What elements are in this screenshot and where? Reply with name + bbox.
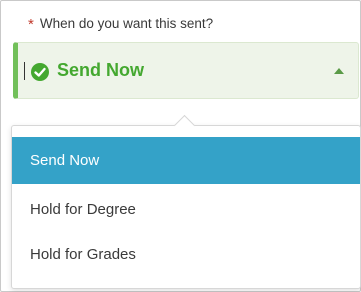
- option-hold-for-grades[interactable]: Hold for Grades: [12, 231, 360, 278]
- form-panel: * When do you want this sent? Send Now Se…: [0, 0, 361, 292]
- option-send-now[interactable]: Send Now: [12, 137, 360, 184]
- field-label: * When do you want this sent?: [28, 15, 214, 33]
- check-circle-icon: [31, 63, 49, 81]
- dropdown-pointer: [173, 114, 196, 137]
- option-hold-for-degree[interactable]: Hold for Degree: [12, 186, 360, 233]
- caret-up-icon[interactable]: [334, 68, 344, 74]
- required-asterisk: *: [28, 16, 34, 33]
- text-cursor: [24, 62, 25, 80]
- dropdown-menu: Send Now Hold for Degree Hold for Grades: [11, 114, 361, 289]
- field-label-text: When do you want this sent?: [39, 16, 214, 31]
- selected-value: Send Now: [57, 60, 145, 80]
- send-timing-select[interactable]: Send Now: [13, 42, 359, 99]
